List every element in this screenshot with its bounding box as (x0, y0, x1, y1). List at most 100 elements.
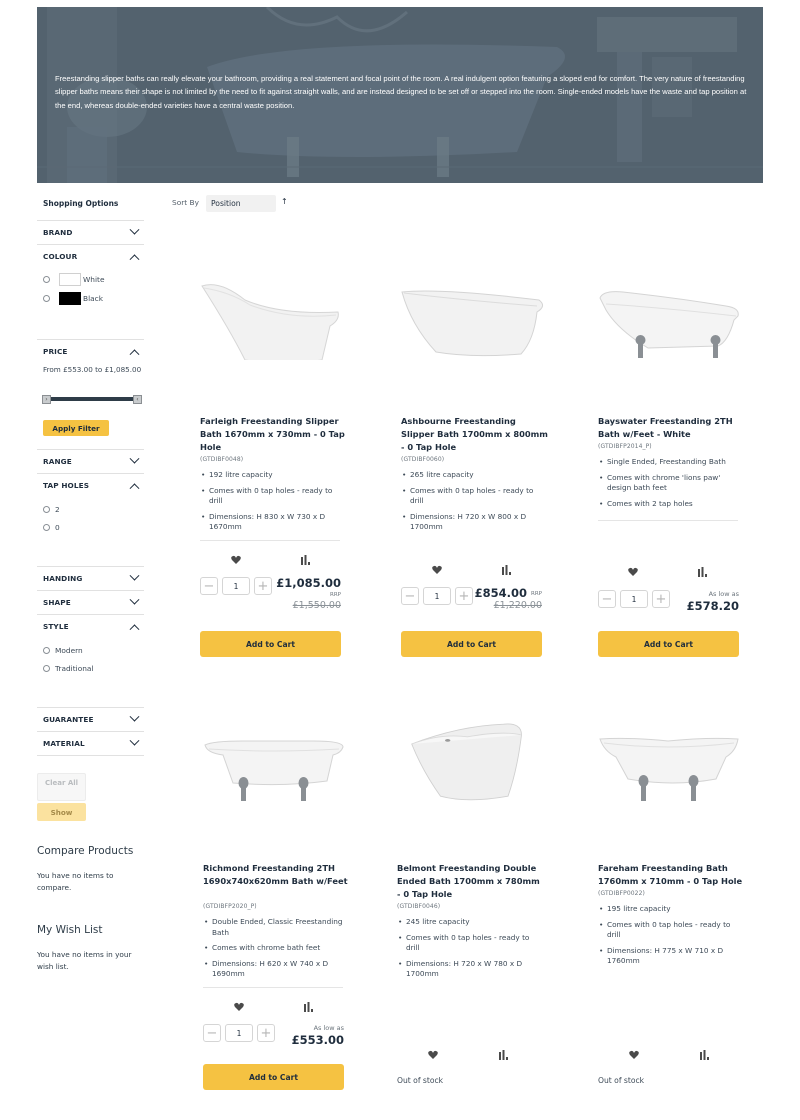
colour-option-black[interactable]: Black (43, 292, 103, 305)
product-sku: (GTDIBFP0022) (598, 890, 645, 897)
filter-colour[interactable]: COLOUR (37, 244, 144, 268)
slider-min-handle[interactable]: › (42, 395, 51, 404)
chevron-down-icon (129, 224, 140, 235)
add-to-cart-button[interactable]: Add to Cart (401, 631, 542, 657)
radio-button[interactable] (43, 506, 50, 513)
product-image[interactable] (598, 717, 748, 807)
product-name[interactable]: Belmont Freestanding Double Ended Bath 1… (397, 862, 545, 900)
filter-brand[interactable]: BRAND (37, 220, 144, 244)
quantity-input[interactable]: 1 (222, 577, 250, 595)
heart-icon[interactable] (432, 565, 442, 575)
product-image[interactable] (200, 270, 350, 360)
arrow-up-icon[interactable]: ↑ (281, 197, 288, 206)
heart-icon[interactable] (628, 567, 638, 577)
chevron-up-icon (129, 624, 140, 635)
radio-button[interactable] (43, 295, 50, 302)
increase-qty-button[interactable]: + (254, 577, 272, 595)
sort-by-label: Sort By (172, 198, 199, 207)
filter-handing[interactable]: HANDING (37, 566, 144, 590)
quantity-input[interactable]: 1 (423, 587, 451, 605)
product-image[interactable] (598, 270, 748, 360)
chevron-down-icon (129, 711, 140, 722)
apply-filter-button[interactable]: Apply Filter (43, 420, 109, 436)
tap-hole-option-0[interactable]: 0 (43, 523, 60, 532)
radio-button[interactable] (43, 276, 50, 283)
heart-icon[interactable] (234, 1002, 244, 1012)
quantity-input[interactable]: 1 (225, 1024, 253, 1042)
feature-list: 195 litre capacity Comes with 0 tap hole… (598, 904, 743, 972)
feature-item: Dimensions: H 775 x W 710 x D 1760mm (598, 946, 743, 967)
product-name[interactable]: Bayswater Freestanding 2TH Bath w/Feet -… (598, 415, 746, 441)
slider-max-handle[interactable]: ‹ (133, 395, 142, 404)
white-swatch (59, 273, 81, 286)
decrease-qty-button[interactable]: − (200, 577, 218, 595)
feature-item: Comes with chrome 'lions paw' design bat… (598, 473, 743, 494)
show-button[interactable]: Show (37, 803, 86, 821)
compare-icon[interactable] (499, 1050, 508, 1060)
add-to-cart-button[interactable]: Add to Cart (203, 1064, 344, 1090)
feature-item: Dimensions: H 720 x W 800 x D 1700mm (401, 512, 546, 533)
product-name[interactable]: Farleigh Freestanding Slipper Bath 1670m… (200, 415, 348, 453)
add-to-cart-button[interactable]: Add to Cart (200, 631, 341, 657)
add-to-cart-button[interactable]: Add to Cart (598, 631, 739, 657)
category-banner: Freestanding slipper baths can really el… (37, 7, 763, 183)
colour-option-white[interactable]: White (43, 273, 105, 286)
compare-icon[interactable] (698, 567, 707, 577)
clear-all-button[interactable]: Clear All (37, 773, 86, 801)
radio-button[interactable] (43, 647, 50, 654)
feature-item: Comes with 0 tap holes - ready to drill (401, 486, 546, 507)
radio-button[interactable] (43, 524, 50, 531)
chevron-down-icon (129, 594, 140, 605)
compare-icon[interactable] (301, 555, 310, 565)
heart-icon[interactable] (629, 1050, 639, 1060)
decrease-qty-button[interactable]: − (401, 587, 419, 605)
divider (200, 540, 340, 541)
price-slider[interactable]: › ‹ (42, 395, 142, 404)
compare-icon[interactable] (304, 1002, 313, 1012)
filter-label: STYLE (43, 622, 69, 631)
sort-select[interactable]: Position (206, 195, 276, 212)
style-option-traditional[interactable]: Traditional (43, 664, 93, 673)
filter-style[interactable]: STYLE (37, 614, 144, 638)
divider (203, 987, 343, 988)
filter-label: HANDING (43, 574, 83, 583)
filter-price[interactable]: PRICE (37, 339, 144, 363)
heart-icon[interactable] (428, 1050, 438, 1060)
filter-label: PRICE (43, 347, 68, 356)
feature-item: Dimensions: H 620 x W 740 x D 1690mm (203, 959, 348, 980)
style-option-modern[interactable]: Modern (43, 646, 83, 655)
decrease-qty-button[interactable]: − (598, 590, 616, 608)
filter-shape[interactable]: SHAPE (37, 590, 144, 614)
black-swatch (59, 292, 81, 305)
divider (598, 520, 738, 521)
increase-qty-button[interactable]: + (257, 1024, 275, 1042)
filter-guarantee[interactable]: GUARANTEE (37, 707, 144, 731)
product-image[interactable] (397, 717, 547, 807)
compare-icon[interactable] (502, 565, 511, 575)
filter-range[interactable]: RANGE (37, 449, 144, 473)
product-name[interactable]: Ashbourne Freestanding Slipper Bath 1700… (401, 415, 549, 453)
product-image[interactable] (401, 270, 551, 360)
as-low-as-label: As low as (313, 1024, 344, 1032)
increase-qty-button[interactable]: + (455, 587, 473, 605)
heart-icon[interactable] (231, 555, 241, 565)
product-name[interactable]: Richmond Freestanding 2TH 1690x740x620mm… (203, 862, 351, 888)
product-sku: (GTDIBF0046) (397, 903, 441, 910)
quantity-input[interactable]: 1 (620, 590, 648, 608)
product-sku: (GTDIBF0060) (401, 456, 445, 463)
compare-icon[interactable] (700, 1050, 709, 1060)
product-sku: (GTDIBF0048) (200, 456, 244, 463)
product-image[interactable] (203, 717, 353, 807)
decrease-qty-button[interactable]: − (203, 1024, 221, 1042)
increase-qty-button[interactable]: + (652, 590, 670, 608)
filter-material[interactable]: MATERIAL (37, 731, 144, 755)
option-label: 2 (55, 505, 60, 514)
product-name[interactable]: Fareham Freestanding Bath 1760mm x 710mm… (598, 862, 746, 888)
divider (37, 755, 144, 756)
product-price: £1,085.00 (276, 576, 341, 590)
banner-description: Freestanding slipper baths can really el… (55, 74, 747, 110)
radio-button[interactable] (43, 665, 50, 672)
tap-hole-option-2[interactable]: 2 (43, 505, 60, 514)
product-price: £553.00 (291, 1033, 344, 1047)
filter-tap-holes[interactable]: TAP HOLES (37, 473, 144, 497)
